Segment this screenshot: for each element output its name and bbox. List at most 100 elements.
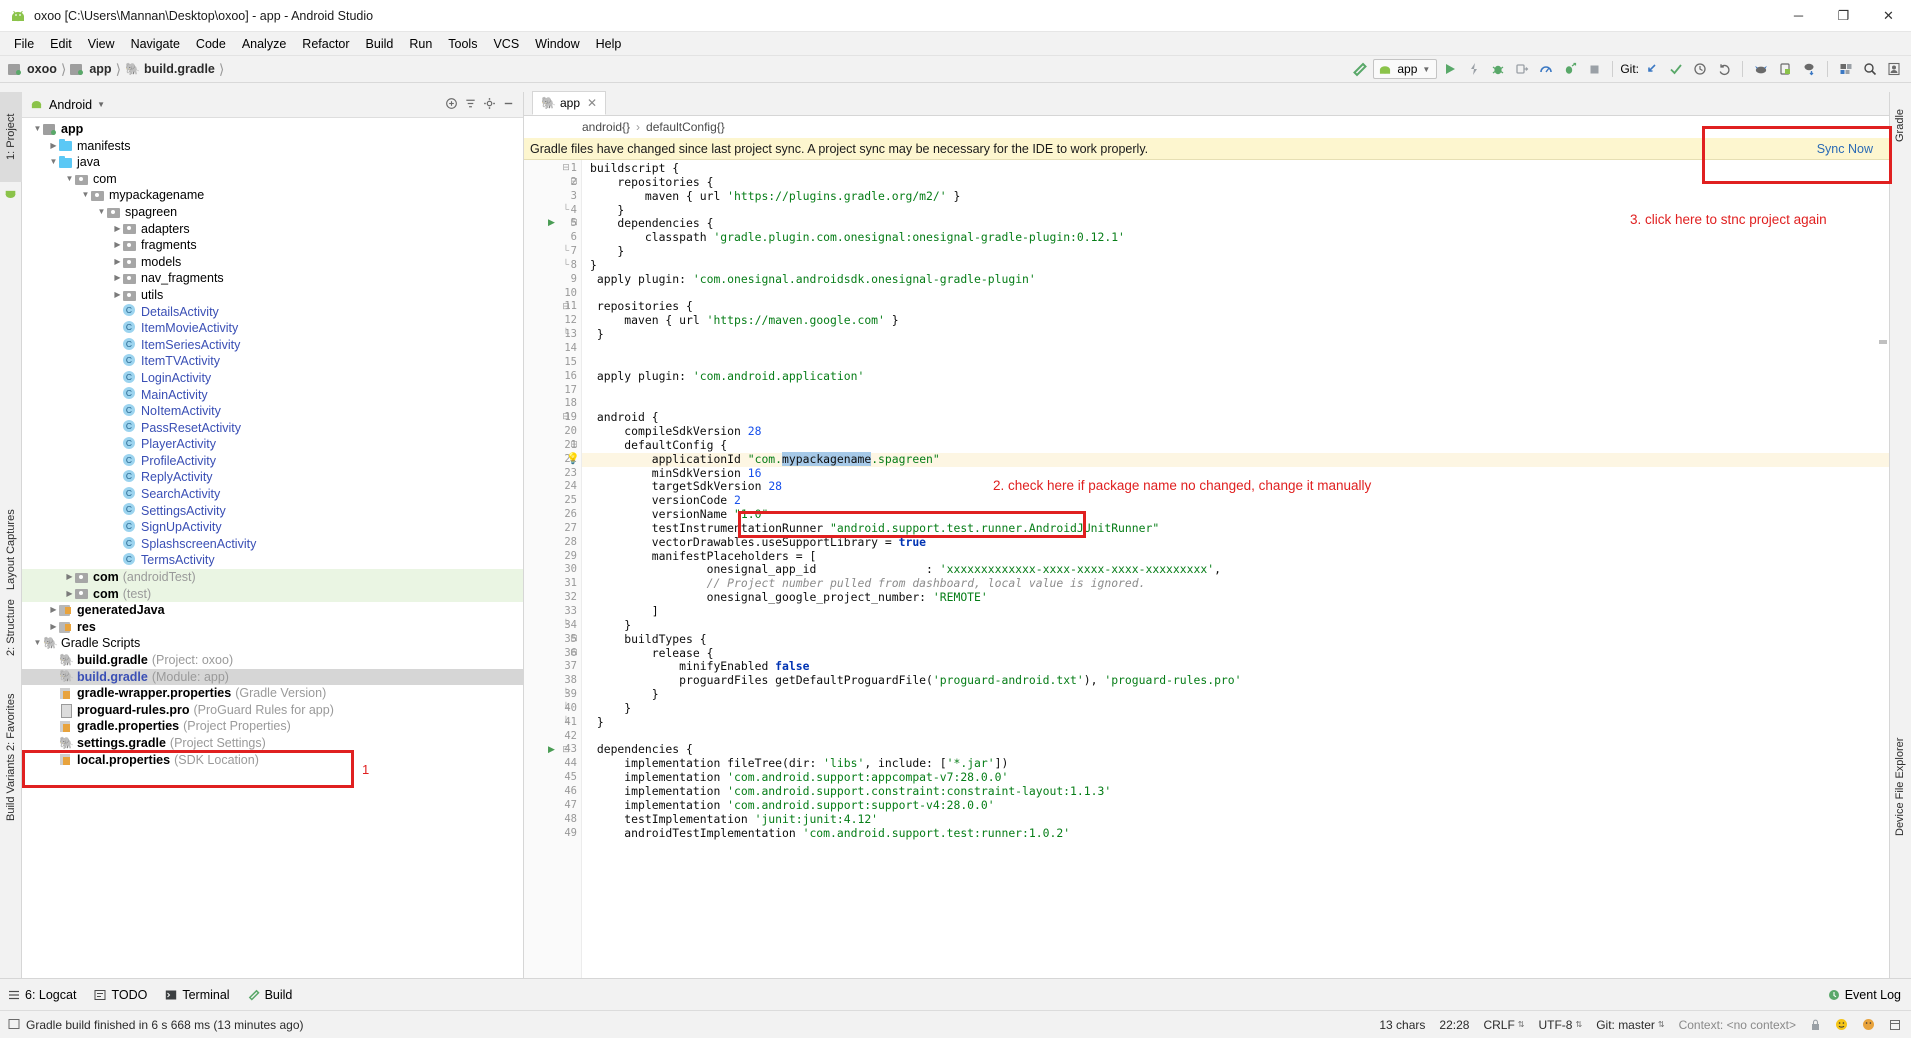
code-line[interactable]: repositories { [582, 175, 1889, 190]
line-number[interactable]: 16 [524, 370, 581, 384]
code-line[interactable]: defaultConfig { [582, 438, 1889, 453]
code-line[interactable]: // Project number pulled from dashboard,… [582, 576, 1889, 591]
git-revert-icon[interactable] [1713, 58, 1735, 80]
code-line[interactable]: implementation 'com.android.support.cons… [582, 784, 1889, 799]
memory-indicator-icon[interactable] [1862, 1018, 1875, 1031]
collapse-all-icon[interactable] [464, 97, 477, 113]
chevron-down-icon[interactable]: ▼ [97, 100, 105, 109]
git-commit-icon[interactable] [1665, 58, 1687, 80]
chevron-right-icon[interactable]: ▶ [112, 270, 123, 287]
tree-node[interactable]: 🐘 build.gradle (Module: app) [22, 668, 523, 686]
line-number[interactable]: 49 [524, 827, 581, 841]
line-number[interactable]: 38 [524, 674, 581, 688]
line-number[interactable]: 6 [524, 231, 581, 245]
code-line[interactable] [582, 287, 1889, 301]
line-number[interactable]: 47 [524, 799, 581, 813]
project-structure-icon[interactable] [1835, 58, 1857, 80]
tree-node[interactable]: local.properties (SDK Location) [22, 752, 523, 769]
tree-node[interactable]: ▼ java [22, 154, 523, 171]
fold-end-icon[interactable]: └ [560, 688, 572, 698]
line-number[interactable]: 41 [524, 716, 581, 730]
tree-node[interactable]: ItemTVActivity [22, 353, 523, 370]
code-line[interactable]: ] [582, 604, 1889, 619]
run-gutter-icon[interactable]: ▶ [548, 744, 555, 755]
attach-debugger-icon[interactable] [1511, 58, 1533, 80]
tree-node[interactable]: LoginActivity [22, 370, 523, 387]
line-number[interactable]: 10 [524, 287, 581, 301]
code-line[interactable] [582, 356, 1889, 370]
context-widget[interactable]: Context: <no context> [1679, 1018, 1796, 1032]
fold-end-icon[interactable]: └ [560, 328, 572, 338]
chevron-down-icon[interactable]: ▼ [80, 187, 91, 204]
tree-node[interactable]: ▶ manifests [22, 138, 523, 155]
chevron-down-icon[interactable]: ▼ [96, 204, 107, 221]
caret-position[interactable]: 22:28 [1439, 1018, 1469, 1032]
run-configuration-selector[interactable]: app ▼ [1373, 59, 1438, 79]
tree-node[interactable]: ▶ com (test) [22, 585, 523, 603]
code-line[interactable]: onesignal_app_id : 'xxxxxxxxxxxxx-xxxx-x… [582, 563, 1889, 577]
tree-node[interactable]: ReplyActivity [22, 469, 523, 486]
line-number[interactable]: 33 [524, 605, 581, 619]
line-number[interactable]: 42 [524, 730, 581, 744]
tree-node[interactable]: PassResetActivity [22, 420, 523, 437]
rail-item-structure[interactable]: 2: Structure [0, 580, 22, 675]
profiler-icon[interactable] [1535, 58, 1557, 80]
fold-collapse-icon[interactable]: ⊟ [560, 301, 572, 312]
menu-view[interactable]: View [80, 35, 123, 53]
tool-button-build[interactable]: Build [248, 988, 292, 1002]
tool-button-logcat[interactable]: 6: Logcat [8, 988, 76, 1002]
code-line[interactable]: } [582, 258, 1889, 273]
project-tree[interactable]: ▼ app ▶ manifests ▼ java ▼ com ▼ mypackagename ▼ sp… [22, 118, 523, 978]
editor-tab-app[interactable]: 🐘 app ✕ [532, 91, 607, 115]
gear-icon[interactable] [483, 97, 496, 113]
line-number[interactable]: 23 [524, 467, 581, 481]
fold-end-icon[interactable]: └ [560, 716, 572, 726]
line-number[interactable]: 3 [524, 190, 581, 204]
tree-node[interactable]: gradle-wrapper.properties (Gradle Version… [22, 685, 523, 702]
code-line[interactable]: vectorDrawables.useSupportLibrary = true [582, 535, 1889, 550]
fold-collapse-icon[interactable]: ⊟ [568, 647, 580, 658]
chevron-down-icon[interactable]: ▼ [48, 154, 59, 171]
line-number[interactable]: 19 [524, 411, 581, 425]
code-line[interactable]: apply plugin: 'com.onesignal.androidsdk.… [582, 272, 1889, 287]
tool-button-todo[interactable]: TODO [94, 988, 147, 1002]
menu-help[interactable]: Help [588, 35, 630, 53]
tree-node[interactable]: NoItemActivity [22, 403, 523, 420]
code-line[interactable]: versionName "1.0" [582, 507, 1889, 522]
tree-node[interactable]: proguard-rules.pro (ProGuard Rules for ap… [22, 702, 523, 719]
code-line[interactable]: minifyEnabled false [582, 659, 1889, 674]
code-line[interactable]: proguardFiles getDefaultProguardFile('pr… [582, 673, 1889, 688]
lock-icon[interactable] [1810, 1019, 1821, 1031]
code-line[interactable] [582, 342, 1889, 356]
maximize-button[interactable]: ❐ [1821, 0, 1866, 32]
chevron-right-icon[interactable]: ▶ [112, 221, 123, 238]
close-button[interactable]: ✕ [1866, 0, 1911, 32]
line-number[interactable]: 9 [524, 273, 581, 287]
code-line[interactable]: release { [582, 646, 1889, 661]
breadcrumb-file[interactable]: 🐘 build.gradle [125, 62, 215, 76]
chevron-right-icon[interactable]: ▶ [48, 138, 59, 155]
tool-button-terminal[interactable]: Terminal [165, 988, 230, 1002]
tree-node[interactable]: ▶ adapters [22, 221, 523, 238]
breadcrumb-project[interactable]: oxoo [8, 62, 57, 76]
run-gutter-icon[interactable]: ▶ [548, 217, 555, 228]
line-number[interactable]: 15 [524, 356, 581, 370]
tree-node[interactable]: ▶ generatedJava [22, 602, 523, 619]
line-number[interactable]: 30 [524, 563, 581, 577]
code-line[interactable]: onesignal_google_project_number: 'REMOTE… [582, 590, 1889, 605]
fold-end-icon[interactable]: └ [560, 245, 572, 255]
tree-node[interactable]: PlayerActivity [22, 436, 523, 453]
code-line[interactable]: repositories { [582, 300, 1889, 314]
breadcrumb-defaultconfig[interactable]: defaultConfig{} [646, 120, 725, 134]
rail-item-build-variants[interactable]: Build Variants [0, 732, 22, 842]
line-number-gutter[interactable]: 1 2 3 4 5 6 7 8 9 10 11 12 13 14 15 16 17 18 19 20 21 22 23 24 2… [524, 160, 582, 978]
code-line[interactable]: maven { url 'https://plugins.gradle.org/… [582, 189, 1889, 204]
power-save-icon[interactable] [1835, 1018, 1848, 1031]
tree-node[interactable]: DetailsActivity [22, 304, 523, 321]
expand-all-icon[interactable] [445, 97, 458, 113]
build-hammer-icon[interactable] [1349, 58, 1371, 80]
code-line[interactable]: versionCode 2 [582, 493, 1889, 508]
tree-node[interactable]: 🐘 build.gradle (Project: oxoo) [22, 652, 523, 669]
code-line[interactable]: } [582, 327, 1889, 342]
tree-node[interactable]: ▶ utils [22, 287, 523, 304]
